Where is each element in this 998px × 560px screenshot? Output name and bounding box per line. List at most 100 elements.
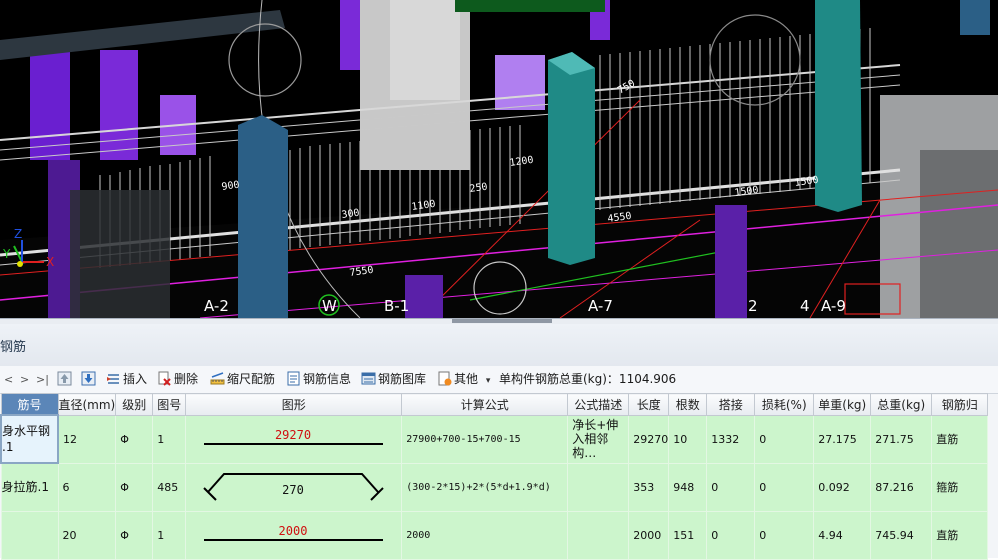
cell-loss[interactable]: 0 <box>754 510 815 560</box>
table-header-row: 筋号 直径(mm) 级别 图号 图形 计算公式 公式描述 长度 根数 搭接 损耗… <box>0 393 989 416</box>
rebar-library-button[interactable]: 钢筋图库 <box>361 366 426 393</box>
nav-next-button[interactable]: > <box>20 366 29 393</box>
insert-icon <box>107 374 119 384</box>
straight-bar-shape: 2000 <box>204 524 384 541</box>
cell-total-weight[interactable]: 271.75 <box>870 414 933 464</box>
cell-bar-name[interactable]: 身拉筋.1 <box>0 462 59 512</box>
table-row[interactable]: 20 Φ 1 2000 2000 2000 151 0 0 4.94 745.9… <box>0 510 989 560</box>
cell-diameter[interactable]: 12 <box>57 414 117 464</box>
other-menu-button[interactable]: 其他 ▾ <box>437 366 490 393</box>
move-down-button[interactable] <box>81 366 98 393</box>
cell-loss[interactable]: 0 <box>754 414 815 464</box>
arrow-up-icon <box>57 371 72 386</box>
cell-grade[interactable]: Φ <box>115 510 154 560</box>
chevron-down-icon: ▾ <box>485 376 491 386</box>
cell-grade[interactable]: Φ <box>115 414 154 464</box>
teal-column <box>815 0 862 212</box>
cell-shape[interactable]: 29270 <box>185 414 403 464</box>
arrow-down-icon <box>81 371 96 386</box>
scale-bar-label: 缩尺配筋 <box>227 372 276 386</box>
cell-diameter[interactable]: 6 <box>57 462 117 512</box>
cell-formula[interactable]: (300-2*15)+2*(5*d+1.9*d) <box>401 462 569 512</box>
green-beam <box>455 0 605 12</box>
cell-desc[interactable] <box>567 462 630 512</box>
insert-button[interactable]: 插入 <box>106 366 147 393</box>
splitter-grip[interactable] <box>452 319 552 323</box>
purple-wall <box>100 50 138 160</box>
cell-category[interactable]: 直筋 <box>931 414 989 464</box>
col-header-count[interactable]: 根数 <box>668 393 708 416</box>
nav-prev-button[interactable]: < <box>4 366 13 393</box>
cell-total-weight[interactable]: 87.216 <box>870 462 933 512</box>
cell-count[interactable]: 151 <box>668 510 708 560</box>
cell-bar-name[interactable]: 身水平钢 .1 <box>0 414 59 464</box>
rebar-library-icon <box>361 372 376 385</box>
col-header-loss[interactable]: 损耗(%) <box>754 393 815 416</box>
grid-label: A-7 <box>588 297 613 315</box>
purple-wall <box>495 55 545 110</box>
cell-unit-weight[interactable]: 4.94 <box>813 510 872 560</box>
insert-label: 插入 <box>123 372 148 386</box>
cell-category[interactable]: 箍筋 <box>931 462 989 512</box>
dimension-label: 750 <box>616 78 637 97</box>
straight-bar-shape: 29270 <box>204 428 384 445</box>
cell-loss[interactable]: 0 <box>754 462 815 512</box>
col-header-lap[interactable]: 搭接 <box>706 393 756 416</box>
col-header-desc[interactable]: 公式描述 <box>567 393 630 416</box>
cell-length[interactable]: 2000 <box>628 510 670 560</box>
cell-unit-weight[interactable]: 27.175 <box>813 414 872 464</box>
cell-fig-no[interactable]: 1 <box>152 510 187 560</box>
top-beam <box>0 10 285 60</box>
3d-model-viewport[interactable]: X Y Z 7550 4550 1500 1200 1500 1100 300 … <box>0 0 998 318</box>
building-model-canvas[interactable]: X Y Z 7550 4550 1500 1200 1500 1100 300 … <box>0 0 998 318</box>
rebar-info-label: 钢筋信息 <box>303 372 352 386</box>
col-header-unit-weight[interactable]: 单重(kg) <box>813 393 872 416</box>
cell-lap[interactable]: 0 <box>706 462 756 512</box>
cell-length[interactable]: 353 <box>628 462 670 512</box>
axis-z-label: Z <box>14 227 22 241</box>
col-header-bar-no[interactable]: 筋号 <box>0 393 59 416</box>
col-header-fig-no[interactable]: 图号 <box>152 393 187 416</box>
col-header-length[interactable]: 长度 <box>628 393 670 416</box>
cell-desc[interactable]: 净长+伸入相邻构… <box>567 414 630 464</box>
cell-bar-name[interactable] <box>0 510 59 560</box>
grid-label: A-2 <box>204 297 229 315</box>
cell-diameter[interactable]: 20 <box>57 510 117 560</box>
cell-formula[interactable]: 2000 <box>401 510 569 560</box>
document-info-icon <box>287 371 300 386</box>
cell-count[interactable]: 10 <box>668 414 708 464</box>
cell-fig-no[interactable]: 1 <box>152 414 187 464</box>
move-up-button[interactable] <box>57 366 74 393</box>
col-header-shape[interactable]: 图形 <box>185 393 403 416</box>
grid-label: B-1 <box>384 297 409 315</box>
cell-category[interactable]: 直筋 <box>931 510 989 560</box>
cell-lap[interactable]: 0 <box>706 510 756 560</box>
purple-wall <box>30 40 70 160</box>
scale-bar-button[interactable]: 缩尺配筋 <box>210 366 275 393</box>
nav-last-button[interactable]: >| <box>36 366 49 393</box>
col-header-total-weight[interactable]: 总重(kg) <box>870 393 933 416</box>
col-header-diameter[interactable]: 直径(mm) <box>57 393 117 416</box>
col-header-formula[interactable]: 计算公式 <box>401 393 569 416</box>
col-header-grade[interactable]: 级别 <box>115 393 154 416</box>
cell-unit-weight[interactable]: 0.092 <box>813 462 872 512</box>
dimension-label: 900 <box>221 180 240 193</box>
cell-length[interactable]: 29270 <box>628 414 670 464</box>
cell-shape[interactable]: 270 <box>185 462 403 512</box>
cell-lap[interactable]: 1332 <box>706 414 756 464</box>
cell-formula[interactable]: 27900+700-15+700-15 <box>401 414 569 464</box>
cell-fig-no[interactable]: 485 <box>152 462 187 512</box>
delete-button[interactable]: 删除 <box>157 366 198 393</box>
teal-column <box>548 52 595 265</box>
col-header-category[interactable]: 钢筋归 <box>931 393 989 416</box>
table-row[interactable]: 身拉筋.1 6 Φ 485 270 (300-2*15)+2*(5*d+1.9*… <box>0 462 989 512</box>
rebar-info-button[interactable]: 钢筋信息 <box>286 366 351 393</box>
cell-shape[interactable]: 2000 <box>185 510 403 560</box>
cell-grade[interactable]: Φ <box>115 462 154 512</box>
rebar-table: 筋号 直径(mm) 级别 图号 图形 计算公式 公式描述 长度 根数 搭接 损耗… <box>0 393 989 560</box>
cell-count[interactable]: 948 <box>668 462 708 512</box>
dimension-label: 1200 <box>509 155 534 169</box>
cell-desc[interactable] <box>567 510 630 560</box>
cell-total-weight[interactable]: 745.94 <box>870 510 933 560</box>
table-row[interactable]: 身水平钢 .1 12 Φ 1 29270 27900+700-15+700-15… <box>0 414 989 464</box>
